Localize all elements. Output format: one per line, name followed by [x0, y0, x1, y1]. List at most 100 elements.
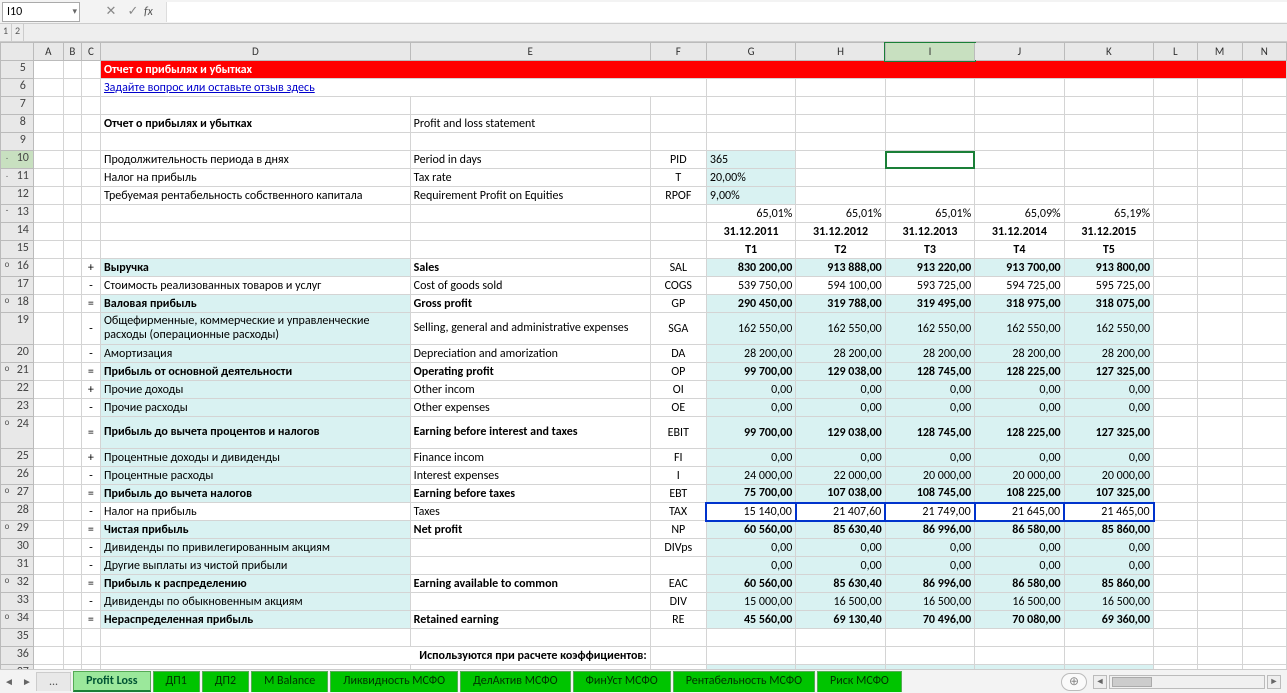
cell[interactable]	[33, 467, 63, 485]
cell[interactable]	[796, 79, 885, 97]
outline-cell[interactable]	[63, 345, 81, 363]
sheet-tab[interactable]: ДП1	[153, 671, 200, 692]
data-cell[interactable]: 86 996,00	[885, 575, 974, 593]
cell[interactable]	[1242, 557, 1286, 575]
cell[interactable]	[706, 79, 795, 97]
row-header-26[interactable]: 26	[1, 467, 34, 485]
cell[interactable]	[1154, 593, 1198, 611]
cell[interactable]	[63, 629, 81, 647]
data-cell[interactable]: 0,00	[975, 557, 1064, 575]
cell[interactable]	[81, 133, 100, 151]
cell[interactable]	[650, 647, 706, 665]
cell[interactable]	[975, 629, 1064, 647]
data-cell[interactable]: 290 450,00	[706, 295, 795, 313]
data-cell[interactable]: 0,00	[796, 449, 885, 467]
cell[interactable]	[1197, 449, 1242, 467]
data-cell[interactable]: 28 200,00	[885, 345, 974, 363]
cell[interactable]	[1197, 151, 1242, 169]
outline-cell[interactable]	[63, 259, 81, 277]
sheet-tab[interactable]: ФинУст МСФО	[573, 671, 671, 692]
data-cell[interactable]: 318 975,00	[975, 295, 1064, 313]
add-sheet-button[interactable]: ⊕	[1061, 673, 1087, 691]
cell[interactable]	[410, 241, 650, 259]
cell[interactable]	[706, 115, 795, 133]
name-box[interactable]: I10 ▾	[2, 2, 80, 22]
sheet-tab[interactable]: ДП2	[202, 671, 249, 692]
row-header-35[interactable]: 35	[1, 629, 34, 647]
cell[interactable]	[33, 277, 63, 295]
cell[interactable]	[1197, 241, 1242, 259]
coef-value[interactable]: 15 000,00	[706, 665, 795, 670]
data-cell[interactable]: 107 325,00	[1064, 485, 1153, 503]
select-all-corner[interactable]	[1, 43, 34, 61]
cell[interactable]	[1197, 277, 1242, 295]
active-cell[interactable]	[885, 151, 974, 169]
cell[interactable]	[100, 205, 410, 223]
data-cell[interactable]: 0,00	[885, 557, 974, 575]
row-header-7[interactable]: 7	[1, 97, 34, 115]
cell[interactable]	[1242, 593, 1286, 611]
cell[interactable]	[885, 647, 974, 665]
outline-level-1[interactable]: 1	[0, 24, 12, 41]
data-cell[interactable]: 69 130,40	[796, 611, 885, 629]
cell[interactable]	[1154, 187, 1198, 205]
cell[interactable]	[1242, 485, 1286, 503]
cell[interactable]	[63, 169, 81, 187]
row-header-13[interactable]: -13	[1, 205, 34, 223]
cell[interactable]	[63, 97, 81, 115]
cell[interactable]	[1064, 133, 1153, 151]
row-header-30[interactable]: 30	[1, 539, 34, 557]
cell[interactable]	[1154, 363, 1198, 381]
data-cell[interactable]: 21 465,00	[1064, 503, 1153, 521]
formula-input[interactable]	[166, 2, 1287, 22]
outline-cell[interactable]	[63, 539, 81, 557]
column-header-H[interactable]: H	[796, 43, 885, 61]
cell[interactable]	[796, 647, 885, 665]
cell[interactable]	[410, 223, 650, 241]
row-header-29[interactable]: o29	[1, 521, 34, 539]
cell[interactable]	[885, 97, 974, 115]
column-header-B[interactable]: B	[63, 43, 81, 61]
cell[interactable]	[650, 205, 706, 223]
row-header-5[interactable]: 5	[1, 61, 34, 79]
cell[interactable]	[975, 151, 1064, 169]
outline-cell[interactable]	[63, 611, 81, 629]
cell[interactable]	[1064, 115, 1153, 133]
row-header-33[interactable]: 33	[1, 593, 34, 611]
cell[interactable]	[33, 629, 63, 647]
data-cell[interactable]: 24 000,00	[706, 467, 795, 485]
column-header-D[interactable]: D	[100, 43, 410, 61]
row-header-25[interactable]: 25	[1, 449, 34, 467]
outline-cell[interactable]	[63, 313, 81, 345]
cell[interactable]	[1197, 133, 1242, 151]
cell[interactable]	[1242, 295, 1286, 313]
cell[interactable]	[796, 187, 885, 205]
cell[interactable]	[100, 97, 410, 115]
data-cell[interactable]: 16 500,00	[975, 593, 1064, 611]
cell[interactable]	[1154, 223, 1198, 241]
column-header-M[interactable]: M	[1197, 43, 1242, 61]
cell[interactable]	[81, 223, 100, 241]
cell[interactable]	[33, 97, 63, 115]
cell[interactable]	[1242, 277, 1286, 295]
data-cell[interactable]: 0,00	[1064, 399, 1153, 417]
cell[interactable]	[100, 223, 410, 241]
data-cell[interactable]: 127 325,00	[1064, 417, 1153, 449]
sheet-tab[interactable]: Ликвидность МСФО	[330, 671, 458, 692]
outline-cell[interactable]	[63, 485, 81, 503]
cell[interactable]	[1242, 205, 1286, 223]
cell[interactable]	[1242, 151, 1286, 169]
data-cell[interactable]: 16 500,00	[796, 593, 885, 611]
cell[interactable]	[1242, 521, 1286, 539]
data-cell[interactable]: 0,00	[796, 399, 885, 417]
cell[interactable]	[1197, 345, 1242, 363]
cell[interactable]	[706, 97, 795, 115]
cell[interactable]	[885, 133, 974, 151]
data-cell[interactable]: 162 550,00	[796, 313, 885, 345]
cell[interactable]	[1064, 629, 1153, 647]
cell[interactable]	[1197, 467, 1242, 485]
row-header-14[interactable]: 14	[1, 223, 34, 241]
data-cell[interactable]: 70 496,00	[885, 611, 974, 629]
cell[interactable]	[1154, 133, 1198, 151]
cell[interactable]	[33, 295, 63, 313]
